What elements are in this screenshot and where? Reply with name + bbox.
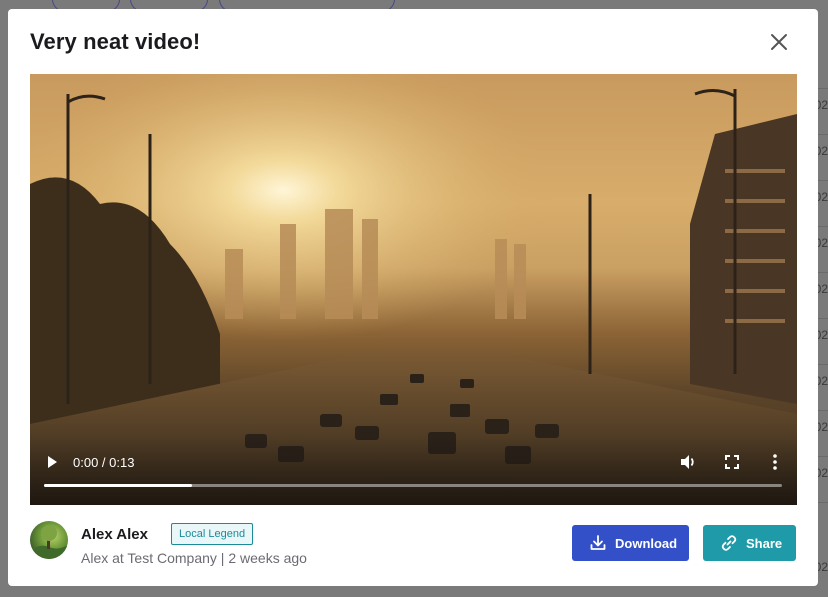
download-icon	[589, 534, 607, 552]
author-name: Alex Alex	[81, 526, 148, 543]
close-button[interactable]	[766, 29, 792, 55]
time-display: 0:00 / 0:13	[73, 455, 135, 470]
video-modal: Very neat video! 0:00 / 0:13 Alex Alex L…	[8, 9, 818, 586]
fullscreen-button[interactable]	[721, 451, 743, 473]
download-button[interactable]: Download	[572, 525, 689, 561]
play-button[interactable]	[41, 451, 63, 473]
status-badge: Local Legend	[171, 523, 254, 545]
close-icon	[771, 34, 787, 50]
video-footer: Alex Alex Local Legend Alex at Test Comp…	[8, 514, 818, 574]
fullscreen-icon	[725, 455, 739, 469]
volume-icon	[681, 455, 694, 469]
more-vertical-icon	[773, 454, 777, 470]
video-player[interactable]: 0:00 / 0:13	[30, 74, 797, 505]
share-button[interactable]: Share	[703, 525, 796, 561]
modal-title: Very neat video!	[30, 29, 201, 54]
more-options-button[interactable]	[764, 451, 786, 473]
download-label: Download	[615, 535, 678, 551]
author-meta: Alex at Test Company | 2 weeks ago	[81, 550, 307, 566]
link-icon	[720, 534, 738, 552]
progress-fill	[44, 484, 192, 487]
volume-button[interactable]	[677, 451, 699, 473]
play-icon	[48, 456, 57, 468]
progress-bar[interactable]	[44, 484, 782, 487]
share-label: Share	[746, 535, 783, 551]
avatar	[30, 521, 68, 559]
